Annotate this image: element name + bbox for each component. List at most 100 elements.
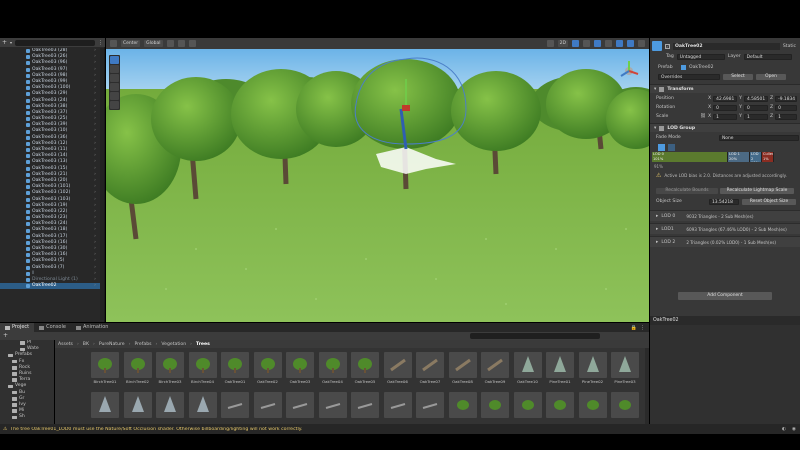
prefab-name[interactable]: OakTree02: [689, 65, 714, 70]
folder-item[interactable]: Sh: [0, 414, 54, 420]
asset-item[interactable]: BirchTree04: [188, 352, 217, 386]
pivot-dropdown[interactable]: Center: [121, 40, 141, 47]
asset-item[interactable]: [91, 392, 119, 424]
more-options-icon[interactable]: [638, 40, 645, 47]
menu-icon[interactable]: ⋮: [640, 325, 649, 331]
hierarchy-item[interactable]: OakTree02 ›: [0, 283, 104, 290]
scale-z-field[interactable]: 1: [775, 113, 798, 120]
layer-dropdown[interactable]: Default: [743, 53, 792, 60]
lod-bar-segment[interactable]: LOD 210%: [750, 152, 762, 162]
asset-item[interactable]: [286, 392, 314, 424]
fade-mode-dropdown[interactable]: None: [719, 134, 799, 141]
2d-toggle-button[interactable]: 2D: [557, 40, 568, 47]
transform-tool-icon[interactable]: [110, 101, 119, 109]
breadcrumb-item[interactable]: BK: [83, 342, 89, 347]
asset-item[interactable]: OakTree04: [318, 352, 347, 386]
increment-icon[interactable]: [188, 40, 196, 47]
audio-toggle-icon[interactable]: [583, 40, 590, 47]
transform-header[interactable]: ▾ Transform: [650, 84, 800, 93]
move-tool-icon[interactable]: [110, 40, 117, 47]
chevron-down-icon[interactable]: ▾: [10, 40, 12, 45]
hierarchy-scrollbar[interactable]: [100, 48, 104, 320]
move-tool-button-icon[interactable]: [110, 65, 119, 73]
static-toggle[interactable]: Static: [783, 44, 796, 49]
effects-toggle-icon[interactable]: [594, 40, 601, 47]
chevron-right-icon[interactable]: ›: [94, 283, 96, 289]
lod-preview-toggle-icon[interactable]: [668, 143, 675, 151]
asset-item[interactable]: [221, 392, 249, 424]
snap-icon[interactable]: [166, 40, 174, 47]
gizmos-icon[interactable]: [627, 40, 634, 47]
asset-item[interactable]: BirchTree01: [91, 352, 119, 386]
asset-item[interactable]: OakTree02: [253, 352, 282, 386]
reset-object-size-button[interactable]: Reset Object Size: [742, 198, 796, 205]
asset-item[interactable]: [578, 392, 607, 424]
asset-item[interactable]: OakTree09: [481, 352, 509, 386]
asset-item[interactable]: BirchTree03: [156, 352, 184, 386]
recalculate-bounds-button[interactable]: Recalculate Bounds: [656, 187, 718, 194]
lod-bar[interactable]: LOD 0101%LOD 120%LOD 210%Culled1%: [650, 152, 800, 162]
asset-item[interactable]: PineTree02: [578, 352, 607, 386]
lock-icon[interactable]: 🔒: [631, 325, 640, 331]
lod-bar-segment[interactable]: Culled 1%: [762, 152, 774, 162]
position-z-field[interactable]: -9.1834: [775, 95, 798, 102]
tab-animation[interactable]: Animation: [71, 323, 114, 332]
lod-bar-segment[interactable]: LOD 0 101%: [652, 152, 728, 162]
tab-project[interactable]: Project: [0, 323, 35, 332]
overrides-dropdown[interactable]: Overrides: [658, 73, 720, 80]
asset-item[interactable]: BirchTree02: [123, 352, 152, 386]
lod-list-item[interactable]: ▸ LOD 2 2 Triangles (0.02% LOD0) - 1 Sub M…: [650, 236, 800, 247]
asset-item[interactable]: [351, 392, 379, 424]
grid-icon[interactable]: [177, 40, 185, 47]
breadcrumb-item[interactable]: PureNature: [99, 342, 125, 347]
status-message[interactable]: The tree OakTree01_LOD0 must use the Nat…: [10, 427, 302, 432]
scene-view[interactable]: [106, 49, 649, 322]
asset-item[interactable]: OakTree03: [286, 352, 314, 386]
asset-item[interactable]: [253, 392, 282, 424]
draw-mode-icon[interactable]: [546, 40, 554, 47]
scale-y-field[interactable]: 1: [743, 113, 768, 120]
space-dropdown[interactable]: Global: [144, 40, 163, 47]
rect-tool-icon[interactable]: [110, 92, 119, 100]
recalculate-lightmap-button[interactable]: Recalculate Lightmap Scale: [720, 187, 794, 194]
select-button[interactable]: Select: [723, 73, 753, 80]
rotation-x-field[interactable]: 0: [713, 104, 738, 111]
asset-item[interactable]: OakTree07: [416, 352, 444, 386]
asset-item[interactable]: [416, 392, 444, 424]
asset-item[interactable]: PineTree03: [611, 352, 639, 386]
asset-item[interactable]: PineTree01: [546, 352, 574, 386]
asset-item[interactable]: [318, 392, 347, 424]
add-component-button[interactable]: Add Component: [678, 292, 772, 300]
chevron-right-icon[interactable]: ▸: [656, 214, 658, 219]
position-x-field[interactable]: 42.6981: [713, 95, 738, 102]
add-icon[interactable]: +: [2, 39, 7, 46]
asset-item[interactable]: OakTree06: [383, 352, 412, 386]
active-checkbox[interactable]: ✓: [665, 43, 670, 49]
breadcrumb-item[interactable]: Assets: [58, 342, 73, 347]
chevron-right-icon[interactable]: ▸: [656, 227, 658, 232]
object-size-field[interactable]: 13.54218: [709, 198, 739, 205]
add-icon[interactable]: +: [3, 332, 8, 339]
tab-console[interactable]: Console: [34, 323, 71, 332]
rotation-z-field[interactable]: 0: [775, 104, 798, 111]
asset-item[interactable]: [513, 392, 542, 424]
lod-list-item[interactable]: ▸ LOD1 6093 Triangles (67.46% LOD0) - 2 Su…: [650, 223, 800, 234]
chevron-right-icon[interactable]: ▸: [656, 240, 658, 245]
asset-item[interactable]: [156, 392, 184, 424]
lod-list-item[interactable]: ▸ LOD 0 9032 Triangles - 2 Sub Mesh(es): [650, 210, 800, 221]
menu-icon[interactable]: ⋮: [98, 40, 103, 46]
tag-dropdown[interactable]: Untagged: [676, 53, 725, 60]
lighting-toggle-icon[interactable]: [572, 40, 579, 47]
asset-item[interactable]: [123, 392, 152, 424]
project-search-input[interactable]: [470, 333, 600, 339]
position-y-field[interactable]: 4.58501: [743, 95, 768, 102]
hidden-objects-icon[interactable]: [605, 40, 612, 47]
assets-scrollbar[interactable]: [645, 348, 649, 424]
breadcrumb-item[interactable]: Prefabs: [134, 342, 151, 347]
asset-item[interactable]: [188, 392, 217, 424]
hierarchy-search-input[interactable]: [15, 39, 95, 46]
camera-icon[interactable]: [616, 40, 623, 47]
asset-item[interactable]: [383, 392, 412, 424]
asset-item[interactable]: [611, 392, 639, 424]
orientation-gizmo-icon[interactable]: [617, 59, 641, 83]
